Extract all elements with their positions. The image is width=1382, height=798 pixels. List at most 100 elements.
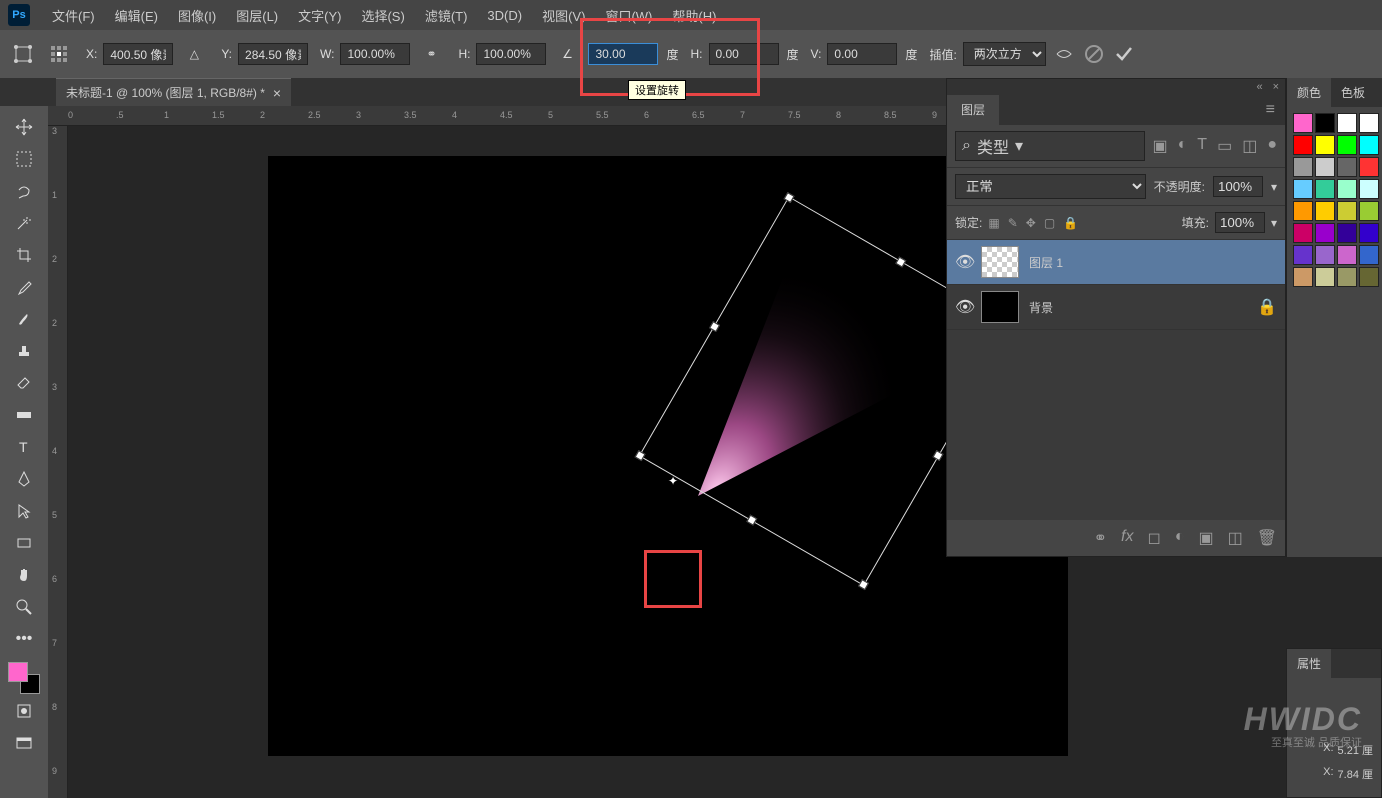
path-select-tool[interactable] bbox=[8, 496, 40, 526]
chevron-down-icon[interactable]: ▾ bbox=[1271, 180, 1277, 194]
lock-artboard-icon[interactable]: ▢ bbox=[1044, 216, 1055, 230]
menu-window[interactable]: 窗口(W) bbox=[595, 6, 662, 25]
hand-tool[interactable] bbox=[8, 560, 40, 590]
v-skew-input[interactable] bbox=[827, 43, 897, 65]
color-swatch[interactable] bbox=[1315, 267, 1335, 287]
color-swatch[interactable] bbox=[1359, 245, 1379, 265]
color-swatch[interactable] bbox=[1359, 157, 1379, 177]
layer-fx-icon[interactable]: fx bbox=[1121, 528, 1133, 548]
menu-filter[interactable]: 滤镜(T) bbox=[415, 6, 478, 25]
color-swatch[interactable] bbox=[1359, 223, 1379, 243]
wand-tool[interactable] bbox=[8, 208, 40, 238]
color-swatch[interactable] bbox=[1337, 179, 1357, 199]
color-swatch[interactable] bbox=[1315, 113, 1335, 133]
marquee-tool[interactable] bbox=[8, 144, 40, 174]
color-swatch[interactable] bbox=[1337, 267, 1357, 287]
link-icon[interactable]: ⚭ bbox=[416, 39, 446, 69]
color-swatch[interactable] bbox=[1315, 245, 1335, 265]
warp-icon[interactable] bbox=[1052, 42, 1076, 66]
visibility-toggle-icon[interactable]: 👁 bbox=[955, 252, 971, 272]
layer-thumbnail[interactable] bbox=[981, 291, 1019, 323]
document-tab[interactable]: 未标题-1 @ 100% (图层 1, RGB/8#) * × bbox=[56, 78, 291, 106]
menu-3d[interactable]: 3D(D) bbox=[477, 8, 532, 23]
menu-file[interactable]: 文件(F) bbox=[42, 6, 105, 25]
filter-smart-icon[interactable]: ◫ bbox=[1242, 136, 1257, 156]
stamp-tool[interactable] bbox=[8, 336, 40, 366]
color-swatch[interactable] bbox=[1315, 179, 1335, 199]
eraser-tool[interactable] bbox=[8, 368, 40, 398]
color-swatches[interactable] bbox=[8, 662, 40, 694]
pen-tool[interactable] bbox=[8, 464, 40, 494]
color-swatch[interactable] bbox=[1359, 113, 1379, 133]
color-swatch[interactable] bbox=[1293, 201, 1313, 221]
y-input[interactable] bbox=[238, 43, 308, 65]
filter-toggle-icon[interactable]: ● bbox=[1267, 136, 1277, 156]
menu-image[interactable]: 图像(I) bbox=[168, 6, 226, 25]
lock-position-icon[interactable]: ✥ bbox=[1026, 216, 1036, 230]
transform-pivot[interactable]: ✦ bbox=[666, 474, 680, 488]
color-swatch[interactable] bbox=[1293, 113, 1313, 133]
filter-shape-icon[interactable]: ▭ bbox=[1217, 136, 1232, 156]
zoom-tool[interactable] bbox=[8, 592, 40, 622]
more-tools[interactable]: ••• bbox=[8, 624, 40, 654]
filter-adjust-icon[interactable]: ◐ bbox=[1178, 136, 1188, 156]
menu-select[interactable]: 选择(S) bbox=[351, 6, 414, 25]
filter-pixel-icon[interactable]: ▣ bbox=[1153, 136, 1168, 156]
link-layers-icon[interactable]: ⚭ bbox=[1094, 528, 1107, 548]
menu-edit[interactable]: 编辑(E) bbox=[105, 6, 168, 25]
panel-close-icon[interactable]: × bbox=[1273, 81, 1279, 93]
color-swatch[interactable] bbox=[1315, 135, 1335, 155]
color-swatch[interactable] bbox=[1293, 179, 1313, 199]
commit-icon[interactable] bbox=[1112, 42, 1136, 66]
lasso-tool[interactable] bbox=[8, 176, 40, 206]
gradient-tool[interactable] bbox=[8, 400, 40, 430]
delete-layer-icon[interactable]: 🗑 bbox=[1257, 528, 1277, 548]
color-swatch[interactable] bbox=[1293, 157, 1313, 177]
layer-name-label[interactable]: 图层 1 bbox=[1029, 254, 1277, 271]
menu-help[interactable]: 帮助(H) bbox=[662, 6, 726, 25]
layer-filter-select[interactable]: ⌕ 类型 ▾ bbox=[955, 131, 1145, 161]
adjustment-layer-icon[interactable]: ◐ bbox=[1175, 528, 1185, 548]
chevron-down-icon[interactable]: ▾ bbox=[1271, 216, 1277, 230]
opacity-input[interactable] bbox=[1213, 176, 1263, 197]
layer-mask-icon[interactable]: ◻ bbox=[1147, 528, 1160, 548]
w-input[interactable] bbox=[340, 43, 410, 65]
colors-tab-swatches[interactable]: 色板 bbox=[1331, 78, 1375, 107]
fill-input[interactable] bbox=[1215, 212, 1265, 233]
color-swatch[interactable] bbox=[1359, 135, 1379, 155]
layer-group-icon[interactable]: ▣ bbox=[1198, 528, 1213, 548]
layer-thumbnail[interactable] bbox=[981, 246, 1019, 278]
color-swatch[interactable] bbox=[1359, 201, 1379, 221]
h-skew-input[interactable] bbox=[709, 43, 779, 65]
color-swatch[interactable] bbox=[1337, 157, 1357, 177]
color-swatch[interactable] bbox=[1337, 201, 1357, 221]
quick-mask-tool[interactable] bbox=[8, 696, 40, 726]
color-swatch[interactable] bbox=[1337, 223, 1357, 243]
filter-type-icon[interactable]: T bbox=[1197, 136, 1207, 156]
color-swatch[interactable] bbox=[1315, 157, 1335, 177]
vertical-ruler[interactable]: 31223456789 bbox=[48, 126, 68, 798]
x-input[interactable] bbox=[103, 43, 173, 65]
color-swatch[interactable] bbox=[1359, 179, 1379, 199]
color-swatch[interactable] bbox=[1337, 113, 1357, 133]
panel-collapse-icon[interactable]: « bbox=[1256, 81, 1262, 93]
color-swatch[interactable] bbox=[1315, 201, 1335, 221]
cancel-icon[interactable] bbox=[1082, 42, 1106, 66]
brush-tool[interactable] bbox=[8, 304, 40, 334]
crop-tool[interactable] bbox=[8, 240, 40, 270]
menu-layer[interactable]: 图层(L) bbox=[226, 6, 288, 25]
h-input[interactable] bbox=[476, 43, 546, 65]
blend-mode-select[interactable]: 正常 bbox=[955, 174, 1146, 199]
color-swatch[interactable] bbox=[1293, 223, 1313, 243]
color-swatch[interactable] bbox=[1337, 245, 1357, 265]
color-swatch[interactable] bbox=[1337, 135, 1357, 155]
new-layer-icon[interactable]: ◫ bbox=[1228, 528, 1243, 548]
properties-tab[interactable]: 属性 bbox=[1287, 649, 1331, 678]
layer-item[interactable]: 👁 图层 1 bbox=[947, 240, 1285, 285]
type-tool[interactable]: T bbox=[8, 432, 40, 462]
layers-tab[interactable]: 图层 bbox=[947, 95, 999, 125]
lock-paint-icon[interactable]: ✎ bbox=[1008, 216, 1018, 230]
menu-type[interactable]: 文字(Y) bbox=[288, 6, 351, 25]
rectangle-tool[interactable] bbox=[8, 528, 40, 558]
color-swatch[interactable] bbox=[1359, 267, 1379, 287]
